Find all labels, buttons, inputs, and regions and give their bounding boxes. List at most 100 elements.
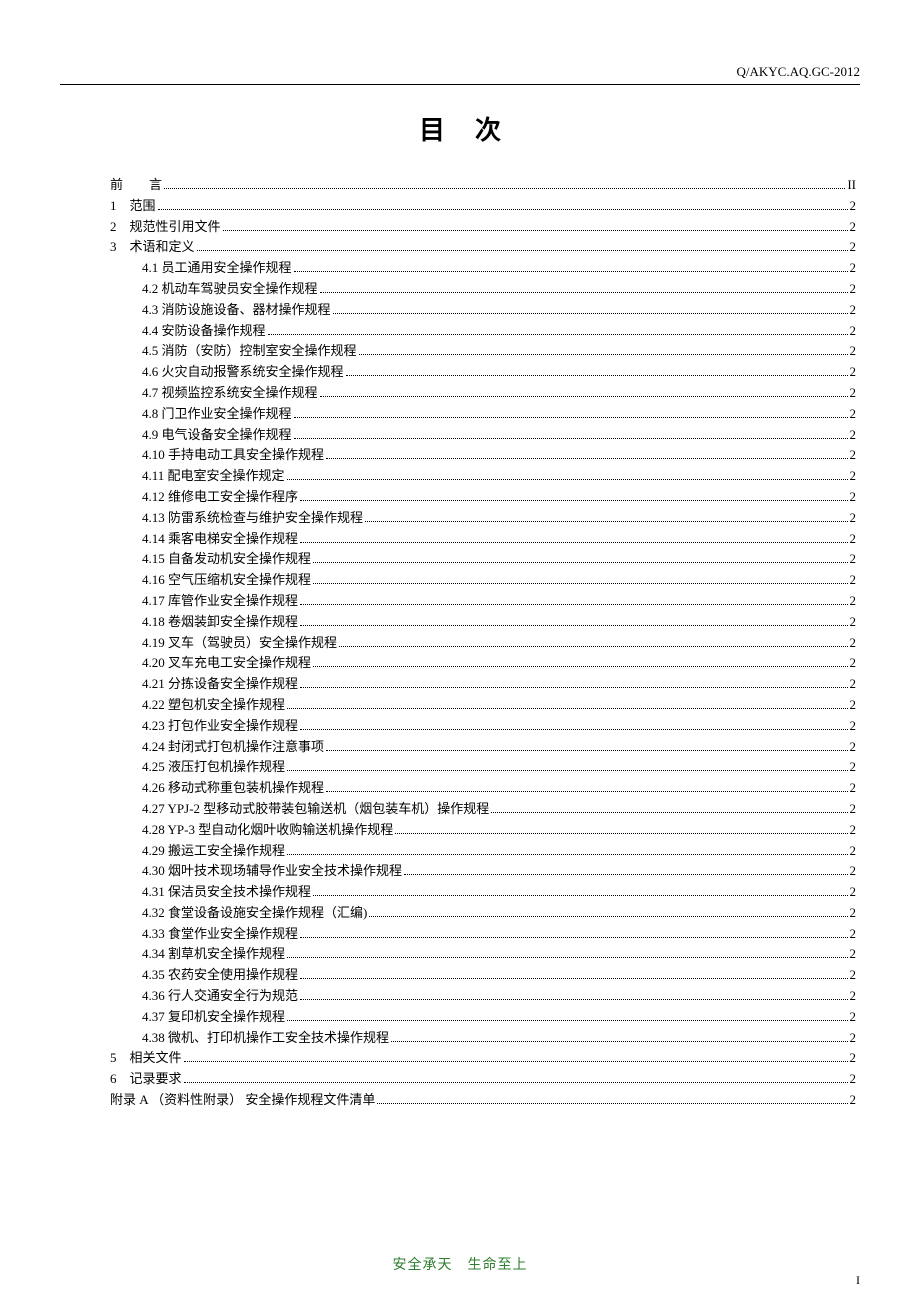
toc-entry-label: 附录 A （资料性附录） 安全操作规程文件清单 <box>110 1090 375 1111</box>
toc-entry-page: 2 <box>850 612 857 633</box>
toc-leader-dots <box>164 188 845 189</box>
toc-entry: 4.9 电气设备安全操作规程2 <box>110 425 856 446</box>
toc-entry-label: 4.35 农药安全使用操作规程 <box>142 965 298 986</box>
toc-entry-label: 4.26 移动式称重包装机操作规程 <box>142 778 324 799</box>
toc-entry-label: 4.18 卷烟装卸安全操作规程 <box>142 612 298 633</box>
toc-entry: 4.35 农药安全使用操作规程2 <box>110 965 856 986</box>
toc-entry-page: 2 <box>850 383 857 404</box>
toc-leader-dots <box>346 375 848 376</box>
toc-entry-label: 6 记录要求 <box>110 1069 182 1090</box>
toc-entry: 4.11 配电室安全操作规定2 <box>110 466 856 487</box>
toc-entry-page: 2 <box>850 1028 857 1049</box>
toc-entry: 4.6 火灾自动报警系统安全操作规程2 <box>110 362 856 383</box>
toc-leader-dots <box>365 521 847 522</box>
toc-entry: 4.15 自备发动机安全操作规程2 <box>110 549 856 570</box>
toc-entry: 6 记录要求2 <box>110 1069 856 1090</box>
toc-entry: 4.10 手持电动工具安全操作规程2 <box>110 445 856 466</box>
toc-leader-dots <box>268 334 848 335</box>
toc-entry-label: 4.6 火灾自动报警系统安全操作规程 <box>142 362 344 383</box>
toc-entry-label: 4.19 叉车（驾驶员）安全操作规程 <box>142 633 337 654</box>
toc-entry-label: 4.9 电气设备安全操作规程 <box>142 425 292 446</box>
toc-entry: 4.28 YP-3 型自动化烟叶收购输送机操作规程2 <box>110 820 856 841</box>
toc-entry-page: 2 <box>850 529 857 550</box>
toc-entry-label: 4.4 安防设备操作规程 <box>142 321 266 342</box>
toc-entry-page: 2 <box>850 570 857 591</box>
toc-entry-page: 2 <box>850 903 857 924</box>
toc-entry-label: 4.33 食堂作业安全操作规程 <box>142 924 298 945</box>
toc-leader-dots <box>404 874 847 875</box>
toc-entry-page: 2 <box>850 778 857 799</box>
toc-entry-page: 2 <box>850 695 857 716</box>
toc-entry-label: 4.22 塑包机安全操作规程 <box>142 695 285 716</box>
header-rule <box>60 84 860 85</box>
toc-entry: 4.27 YPJ-2 型移动式胶带装包输送机（烟包装车机）操作规程2 <box>110 799 856 820</box>
toc-entry: 4.19 叉车（驾驶员）安全操作规程 2 <box>110 633 856 654</box>
toc-entry: 4.21 分拣设备安全操作规程 2 <box>110 674 856 695</box>
toc-entry-page: 2 <box>850 944 857 965</box>
toc-leader-dots <box>395 833 847 834</box>
toc-leader-dots <box>320 396 848 397</box>
toc-entry-label: 4.37 复印机安全操作规程 <box>142 1007 285 1028</box>
toc-entry-page: 2 <box>850 674 857 695</box>
toc-entry-page: 2 <box>850 196 857 217</box>
toc-entry-label: 4.2 机动车驾驶员安全操作规程 <box>142 279 318 300</box>
toc-entry-page: 2 <box>850 341 857 362</box>
toc-entry-label: 4.14 乘客电梯安全操作规程 <box>142 529 298 550</box>
toc-entry: 4.13 防雷系统检查与维护安全操作规程 2 <box>110 508 856 529</box>
toc-entry-label: 2 规范性引用文件 <box>110 217 221 238</box>
toc-leader-dots <box>158 209 848 210</box>
toc-entry: 4.30 烟叶技术现场辅导作业安全技术操作规程2 <box>110 861 856 882</box>
toc-entry-page: 2 <box>850 882 857 903</box>
toc-entry-label: 4.3 消防设施设备、器材操作规程 <box>142 300 331 321</box>
footer-motto: 安全承天 生命至上 <box>0 1254 920 1274</box>
toc-leader-dots <box>300 687 847 688</box>
toc-leader-dots <box>320 292 848 293</box>
toc-entry: 4.34 割草机安全操作规程2 <box>110 944 856 965</box>
toc-leader-dots <box>300 542 847 543</box>
toc-entry-label: 4.21 分拣设备安全操作规程 <box>142 674 298 695</box>
toc-entry-page: 2 <box>850 508 857 529</box>
toc-entry-label: 4.15 自备发动机安全操作规程 <box>142 549 311 570</box>
toc-entry-page: 2 <box>850 986 857 1007</box>
toc-entry-label: 4.1 员工通用安全操作规程 <box>142 258 292 279</box>
toc-entry-label: 4.8 门卫作业安全操作规程 <box>142 404 292 425</box>
toc-entry: 1 范围2 <box>110 196 856 217</box>
toc-entry-label: 4.13 防雷系统检查与维护安全操作规程 <box>142 508 363 529</box>
toc-entry: 4.25 液压打包机操作规程 2 <box>110 757 856 778</box>
toc-entry: 4.31 保洁员安全技术操作规程2 <box>110 882 856 903</box>
toc-entry-page: 2 <box>850 757 857 778</box>
toc-entry: 4.7 视频监控系统安全操作规程2 <box>110 383 856 404</box>
toc-leader-dots <box>287 1020 847 1021</box>
toc-title: 目次 <box>60 110 860 147</box>
toc-entry-page: 2 <box>850 861 857 882</box>
toc-entry-page: 2 <box>850 820 857 841</box>
toc-entry: 4.24 封闭式打包机操作注意事项 2 <box>110 737 856 758</box>
toc-leader-dots <box>326 458 847 459</box>
toc-leader-dots <box>300 999 847 1000</box>
toc-entry-page: 2 <box>850 300 857 321</box>
toc-entry-label: 4.24 封闭式打包机操作注意事项 <box>142 737 324 758</box>
toc-leader-dots <box>313 562 847 563</box>
toc-entry-label: 4.25 液压打包机操作规程 <box>142 757 285 778</box>
toc-leader-dots <box>313 583 847 584</box>
document-page: Q/AKYC.AQ.GC-2012 目次 前 言II1 范围22 规范性引用文件… <box>0 0 920 1302</box>
toc-entry-page: 2 <box>850 633 857 654</box>
toc-entry: 4.3 消防设施设备、器材操作规程 2 <box>110 300 856 321</box>
toc-leader-dots <box>326 750 847 751</box>
toc-entry: 2 规范性引用文件2 <box>110 217 856 238</box>
toc-entry-page: 2 <box>850 404 857 425</box>
toc-entry-page: 2 <box>850 258 857 279</box>
toc-entry-page: 2 <box>850 653 857 674</box>
toc-entry-page: 2 <box>850 799 857 820</box>
toc-leader-dots <box>326 791 847 792</box>
toc-entry-label: 4.12 维修电工安全操作程序 <box>142 487 298 508</box>
toc-leader-dots <box>287 957 847 958</box>
toc-leader-dots <box>184 1061 848 1062</box>
toc-entry: 4.20 叉车充电工安全操作规程2 <box>110 653 856 674</box>
toc-entry: 4.1 员工通用安全操作规程 2 <box>110 258 856 279</box>
toc-leader-dots <box>339 646 847 647</box>
toc-entry-page: 2 <box>850 737 857 758</box>
toc-leader-dots <box>294 438 848 439</box>
toc-leader-dots <box>294 271 848 272</box>
toc-leader-dots <box>391 1041 847 1042</box>
